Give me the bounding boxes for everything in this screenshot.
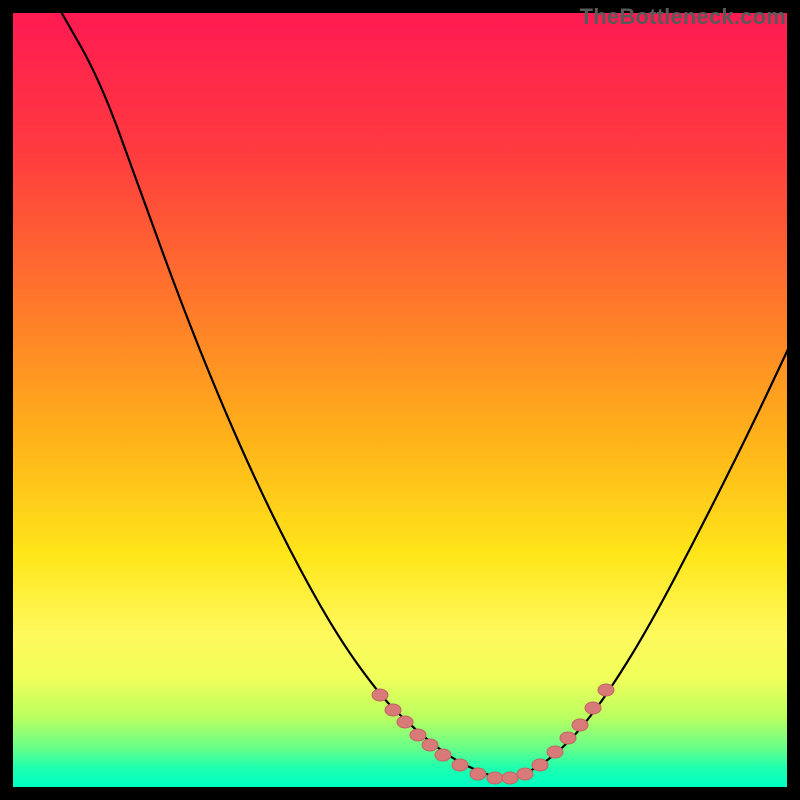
marker-point bbox=[452, 759, 468, 771]
marker-point bbox=[487, 772, 503, 784]
marker-point bbox=[397, 716, 413, 728]
marker-point bbox=[532, 759, 548, 771]
marker-point bbox=[435, 749, 451, 761]
marker-point bbox=[547, 746, 563, 758]
bottleneck-curve bbox=[60, 10, 790, 778]
marker-group bbox=[372, 684, 614, 784]
marker-point bbox=[410, 729, 426, 741]
marker-point bbox=[598, 684, 614, 696]
marker-point bbox=[572, 719, 588, 731]
marker-point bbox=[502, 772, 518, 784]
chart-svg bbox=[10, 10, 790, 790]
marker-point bbox=[585, 702, 601, 714]
marker-point bbox=[422, 739, 438, 751]
watermark-label: TheBottleneck.com bbox=[580, 4, 786, 30]
marker-point bbox=[517, 768, 533, 780]
marker-point bbox=[385, 704, 401, 716]
marker-point bbox=[372, 689, 388, 701]
marker-point bbox=[560, 732, 576, 744]
marker-point bbox=[470, 768, 486, 780]
